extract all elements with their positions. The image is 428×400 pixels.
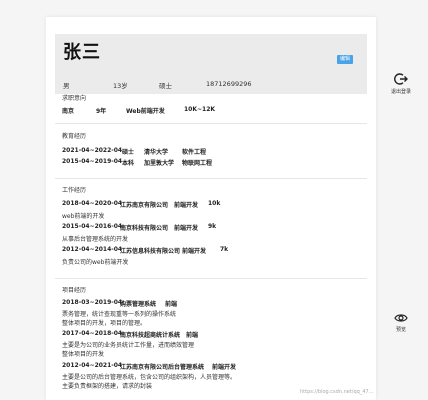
project-period: 2018-03~2019-04 — [62, 299, 123, 306]
work-desc: 负责公司的web前端开发 — [62, 259, 129, 266]
project-period: 2012-04~2021-04 — [62, 362, 123, 369]
section-title-work: 工作经历 — [62, 187, 87, 194]
project-desc: 主要是为公司的业务员统计工作量，进而绩效管理 — [62, 342, 195, 349]
divider — [55, 178, 367, 179]
profile-phone: 18712699296 — [206, 80, 252, 88]
edu-degree: 本科 — [122, 160, 135, 167]
logout-icon — [394, 73, 408, 85]
project-role: 前端 — [165, 301, 178, 308]
edu-period: 2021-04~2022-04 — [62, 147, 123, 154]
section-title-projects: 项目经历 — [62, 287, 87, 294]
intent-position: Web前端开发 — [126, 108, 165, 115]
section-title-education: 教育经历 — [62, 133, 87, 140]
project-desc: 票务管理，统计查现重等一系列的操作系统 — [62, 311, 177, 318]
watermark-text: https://blog.csdn.net/qq_47... — [300, 389, 374, 395]
logout-button[interactable]: 退出登录 — [386, 72, 416, 95]
divider — [55, 123, 367, 124]
section-title-job-intent: 求职意向 — [62, 95, 87, 102]
work-salary: 9k — [208, 223, 217, 230]
edu-major: 物联网工程 — [182, 160, 213, 167]
edu-school: 清华大学 — [144, 149, 169, 156]
edit-button[interactable]: 编辑 — [337, 55, 353, 64]
project-role: 前端开发 — [212, 364, 237, 371]
work-role: 前端开发 — [174, 225, 199, 232]
work-period: 2012-04~2014-04 — [62, 246, 123, 253]
work-desc: 从事后台管理系统的开发 — [62, 236, 129, 243]
edu-degree: 硕士 — [122, 149, 135, 156]
eye-icon — [394, 314, 408, 322]
work-period: 2018-04~2020-04 — [62, 200, 123, 207]
profile-degree: 硕士 — [159, 82, 172, 90]
work-salary: 10k — [208, 200, 221, 207]
edu-school: 加里敦大学 — [144, 160, 175, 167]
work-company: 江苏南京有限公司 — [120, 202, 169, 209]
edu-period: 2015-04~2019-04 — [62, 158, 123, 165]
project-desc: 整体项目的开发，项目的管理。 — [62, 320, 147, 327]
project-name: 南京科技超商统计系统 — [120, 332, 181, 339]
logout-label: 退出登录 — [390, 89, 411, 95]
work-role: 前端开发 — [182, 248, 207, 255]
project-name: 购票管理系统 — [120, 301, 157, 308]
intent-salary: 10K~12K — [184, 106, 216, 113]
work-salary: 7k — [220, 246, 229, 253]
project-desc: 主要是公司的后台管理系统，包含公司的组织架构，人员管理等。 — [62, 374, 237, 381]
work-company: 江苏信息科技有限公司 — [120, 248, 181, 255]
profile-header: 张三 编辑 男 13岁 硕士 18712699296 — [55, 34, 367, 94]
resume-card: 张三 编辑 男 13岁 硕士 18712699296 求职意向 南京 9年 We… — [46, 17, 376, 400]
work-desc: web前端的开发 — [62, 213, 105, 220]
project-desc: 整体项目的开发 — [62, 351, 105, 358]
preview-button[interactable]: 预览 — [386, 312, 416, 333]
preview-label: 预览 — [395, 327, 406, 333]
intent-time: 9年 — [96, 108, 107, 115]
project-period: 2017-04~2018-04 — [62, 330, 123, 337]
divider — [55, 278, 367, 279]
work-company: 南京科技有限公司 — [120, 225, 169, 232]
intent-city: 南京 — [62, 108, 75, 115]
work-period: 2015-04~2016-04 — [62, 223, 123, 230]
profile-gender: 男 — [63, 82, 70, 90]
profile-name: 张三 — [63, 42, 101, 63]
edu-major: 软件工程 — [182, 149, 207, 156]
project-name: 江苏南京有限公司后台管理系统 — [120, 364, 205, 371]
profile-age: 13岁 — [113, 82, 128, 90]
project-role: 前端 — [186, 332, 199, 339]
project-desc: 主要负责框架的搭建，请求的封装 — [62, 383, 153, 390]
work-role: 前端开发 — [174, 202, 199, 209]
